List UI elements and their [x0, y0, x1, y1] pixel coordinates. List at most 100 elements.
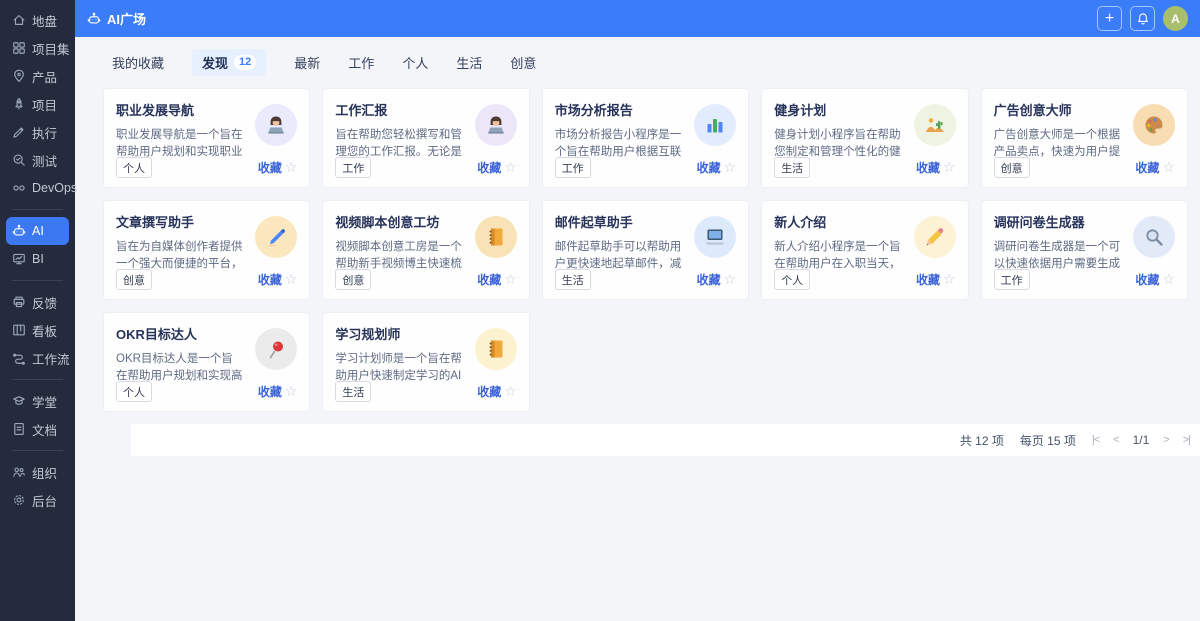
sidebar-item-label: 反馈 — [32, 293, 57, 312]
app-card[interactable]: 邮件起草助手 邮件起草助手可以帮助用户更快速地起草邮件，减少繁琐的手... 生活… — [542, 200, 749, 300]
app-card[interactable]: 文章撰写助手 旨在为自媒体创作者提供一个强大而便捷的平台，助力您撰写... 创意… — [103, 200, 310, 300]
page-title: AI广场 — [87, 9, 146, 28]
sidebar-item-execution[interactable]: 执行 — [0, 118, 75, 146]
pager: |< < 1/1 > >| — [1092, 433, 1190, 447]
sidebar-item-label: 学堂 — [32, 392, 57, 411]
sidebar: 地盘 项目集 产品 项目 执行 测试 DevOps AI BI 反馈 看板 工作… — [0, 0, 75, 621]
sidebar-item-label: 项目集 — [32, 39, 70, 58]
card-footer: 创意 收藏 ☆ — [116, 269, 297, 290]
tab-latest[interactable]: 最新 — [294, 53, 320, 72]
star-icon: ☆ — [943, 271, 956, 288]
sidebar-item-kanban[interactable]: 看板 — [0, 316, 75, 344]
sidebar-item-workflow[interactable]: 工作流 — [0, 344, 75, 372]
last-page-button[interactable]: >| — [1183, 434, 1190, 446]
next-page-button[interactable]: > — [1163, 434, 1168, 446]
sidebar-divider — [12, 450, 63, 451]
sidebar-divider — [12, 280, 63, 281]
page-title-text: AI广场 — [107, 9, 146, 28]
home-icon — [12, 13, 26, 27]
sidebar-item-feedback[interactable]: 反馈 — [0, 288, 75, 316]
favorite-button[interactable]: 收藏 ☆ — [477, 159, 517, 176]
magnifier-icon — [1133, 216, 1175, 258]
sidebar-item-ai[interactable]: AI — [6, 217, 69, 245]
app-card[interactable]: 新人介绍 新人介绍小程序是一个旨在帮助用户在入职当天，快速编写自... 个人 收… — [761, 200, 968, 300]
avatar-initial: A — [1171, 12, 1180, 26]
sidebar-item-program[interactable]: 项目集 — [0, 34, 75, 62]
sidebar-item-test[interactable]: 测试 — [0, 146, 75, 174]
grid-icon — [12, 41, 26, 55]
pagination-bar: 共 12 项 每页 15 项 |< < 1/1 > >| — [131, 424, 1200, 456]
sidebar-item-label: AI — [32, 224, 44, 238]
tab-creative[interactable]: 创意 — [510, 53, 536, 72]
user-avatar[interactable]: A — [1163, 6, 1188, 31]
content-area: 职业发展导航 职业发展导航是一个旨在帮助用户规划和实现职业目标的AI小... 个… — [75, 85, 1200, 456]
app-card[interactable]: 工作汇报 旨在帮助您轻松撰写和管理您的工作汇报。无论是每周、每月... 工作 收… — [322, 88, 529, 188]
pencil-icon — [914, 216, 956, 258]
tab-discover[interactable]: 发现 12 — [192, 49, 266, 76]
tab-work[interactable]: 工作 — [348, 53, 374, 72]
favorite-button[interactable]: 收藏 ☆ — [477, 383, 517, 400]
writing-hand-icon — [255, 216, 297, 258]
card-footer: 个人 收藏 ☆ — [116, 157, 297, 178]
favorite-label: 收藏 — [477, 159, 501, 176]
favorite-label: 收藏 — [916, 159, 940, 176]
sidebar-item-school[interactable]: 学堂 — [0, 387, 75, 415]
star-icon: ☆ — [285, 271, 298, 288]
sidebar-divider — [12, 209, 63, 210]
sidebar-item-home[interactable]: 地盘 — [0, 6, 75, 34]
favorite-label: 收藏 — [258, 159, 282, 176]
favorite-button[interactable]: 收藏 ☆ — [916, 271, 956, 288]
graduation-icon — [12, 394, 26, 408]
card-footer: 生活 收藏 ☆ — [774, 157, 955, 178]
app-card[interactable]: 广告创意大师 广告创意大师是一个根据产品卖点，快速为用户提供广告文案... 创意… — [981, 88, 1188, 188]
category-tag: 生活 — [335, 381, 371, 402]
favorite-button[interactable]: 收藏 ☆ — [916, 159, 956, 176]
app-card[interactable]: 学习规划师 学习计划师是一个旨在帮助用户快速制定学习的AI小程序，为... 生活… — [322, 312, 529, 412]
tab-personal[interactable]: 个人 — [402, 53, 428, 72]
favorite-button[interactable]: 收藏 ☆ — [258, 271, 298, 288]
app-card[interactable]: 视频脚本创意工坊 视频脚本创意工房是一个帮助新手视频博主快速梳理视频创作... … — [322, 200, 529, 300]
app-card[interactable]: 职业发展导航 职业发展导航是一个旨在帮助用户规划和实现职业目标的AI小... 个… — [103, 88, 310, 188]
favorite-button[interactable]: 收藏 ☆ — [697, 271, 737, 288]
main-area: AI广场 + A 我的收藏 发现 12 最新 工作 个人 生活 创意 职业发展导… — [75, 0, 1200, 621]
magnifier-check-icon — [12, 153, 26, 167]
add-button[interactable]: + — [1097, 6, 1122, 31]
category-tag: 创意 — [994, 157, 1030, 178]
card-footer: 工作 收藏 ☆ — [555, 157, 736, 178]
sidebar-item-bi[interactable]: BI — [0, 245, 75, 273]
card-footer: 个人 收藏 ☆ — [774, 269, 955, 290]
category-tag: 创意 — [116, 269, 152, 290]
card-description: 调研问卷生成器是一个可以快速依据用户需要生成问卷内容的... — [994, 239, 1121, 273]
people-icon — [12, 465, 26, 479]
bell-icon — [1136, 12, 1150, 26]
sidebar-item-label: BI — [32, 252, 44, 266]
sidebar-item-org[interactable]: 组织 — [0, 458, 75, 486]
sidebar-item-doc[interactable]: 文档 — [0, 415, 75, 443]
favorite-button[interactable]: 收藏 ☆ — [1135, 271, 1175, 288]
app-card[interactable]: 市场分析报告 市场分析报告小程序是一个旨在帮助用户根据互联网信息快速... 工作… — [542, 88, 749, 188]
app-card[interactable]: 调研问卷生成器 调研问卷生成器是一个可以快速依据用户需要生成问卷内容的... 工… — [981, 200, 1188, 300]
sidebar-item-product[interactable]: 产品 — [0, 62, 75, 90]
map-pin-icon — [12, 69, 26, 83]
first-page-button[interactable]: |< — [1092, 434, 1099, 446]
gear-icon — [12, 493, 26, 507]
favorite-button[interactable]: 收藏 ☆ — [258, 383, 298, 400]
app-card[interactable]: OKR目标达人 OKR目标达人是一个旨在帮助用户规划和实现高效目标管理的A...… — [103, 312, 310, 412]
sidebar-item-project[interactable]: 项目 — [0, 90, 75, 118]
tab-my-favorites[interactable]: 我的收藏 — [112, 53, 164, 72]
prev-page-button[interactable]: < — [1113, 434, 1118, 446]
tab-life[interactable]: 生活 — [456, 53, 482, 72]
card-description: 旨在帮助您轻松撰写和管理您的工作汇报。无论是每周、每月... — [335, 127, 462, 161]
favorite-button[interactable]: 收藏 ☆ — [477, 271, 517, 288]
star-icon: ☆ — [504, 159, 517, 176]
workflow-icon — [12, 351, 26, 365]
sidebar-item-admin[interactable]: 后台 — [0, 486, 75, 514]
favorite-button[interactable]: 收藏 ☆ — [1135, 159, 1175, 176]
card-description: 健身计划小程序旨在帮助您制定和管理个性化的健身计划，让... — [774, 127, 901, 161]
favorite-button[interactable]: 收藏 ☆ — [258, 159, 298, 176]
sidebar-item-devops[interactable]: DevOps — [0, 174, 75, 202]
app-card[interactable]: 健身计划 健身计划小程序旨在帮助您制定和管理个性化的健身计划，让... 生活 收… — [761, 88, 968, 188]
notifications-button[interactable] — [1130, 6, 1155, 31]
favorite-button[interactable]: 收藏 ☆ — [697, 159, 737, 176]
printer-icon — [12, 295, 26, 309]
